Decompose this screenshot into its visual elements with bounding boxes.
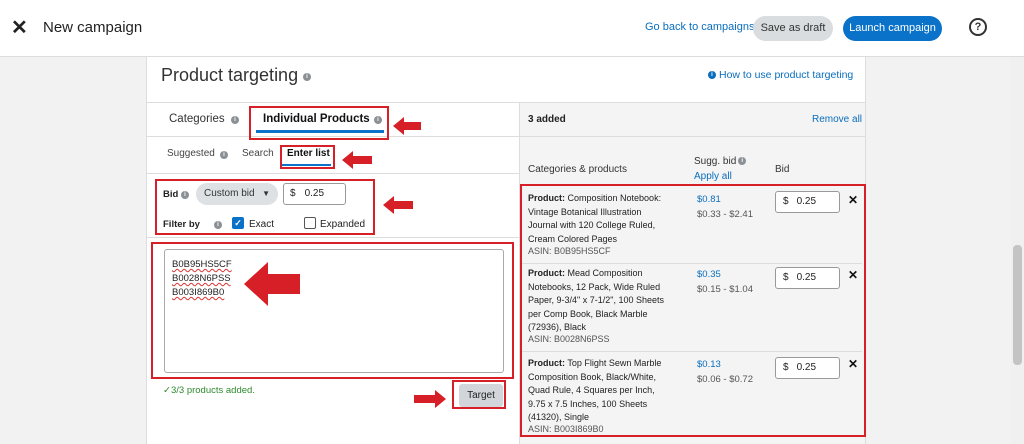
annotation-box	[155, 179, 375, 235]
launch-campaign-button[interactable]: Launch campaign	[843, 16, 942, 41]
how-to-link-label: How to use product targeting	[719, 69, 854, 81]
card-title: Product targeting	[161, 65, 299, 85]
subtab-suggested[interactable]: Suggested	[167, 148, 215, 159]
subtab-search[interactable]: Search	[242, 148, 274, 159]
sugg-bid-label: Sugg. bid	[694, 156, 737, 167]
added-count: 3 added	[528, 114, 566, 125]
annotation-arrow-icon	[342, 151, 372, 169]
check-icon: ✓	[163, 385, 171, 396]
annotation-box	[520, 184, 866, 437]
annotation-box	[452, 380, 506, 409]
divider	[147, 237, 519, 238]
save-as-draft-button[interactable]: Save as draft	[753, 16, 833, 41]
annotation-arrow-icon	[383, 196, 413, 214]
column-header-sugg-bid: Sugg. bid i	[694, 156, 747, 167]
help-icon[interactable]: ?	[969, 18, 987, 36]
top-bar: ✕ New campaign Go back to campaigns Save…	[0, 0, 1024, 57]
annotation-box	[280, 145, 335, 169]
divider	[519, 136, 865, 137]
info-icon[interactable]: i	[231, 116, 239, 124]
annotation-arrow-icon	[414, 390, 446, 408]
annotation-box	[249, 106, 389, 140]
annotation-box	[151, 242, 514, 379]
info-icon: i	[708, 71, 716, 80]
info-icon[interactable]: i	[220, 151, 228, 159]
apply-all-link[interactable]: Apply all	[694, 171, 732, 182]
column-header-bid: Bid	[775, 164, 790, 175]
tab-categories[interactable]: Categories	[169, 113, 225, 125]
products-added-text: 3/3 products added.	[170, 385, 255, 396]
annotation-arrow-icon	[244, 262, 300, 306]
scrollbar-thumb[interactable]	[1013, 245, 1022, 365]
page-title: New campaign	[43, 19, 143, 36]
back-to-campaigns-link[interactable]: Go back to campaigns	[645, 21, 754, 33]
products-added-message: ✓3/3 products added.	[163, 385, 255, 396]
remove-all-link[interactable]: Remove all	[812, 114, 862, 125]
divider	[147, 173, 519, 174]
column-header-products: Categories & products	[528, 164, 627, 175]
info-icon[interactable]: i	[738, 157, 747, 166]
info-icon[interactable]: i	[303, 73, 311, 81]
annotation-arrow-icon	[393, 117, 421, 135]
how-to-link[interactable]: i How to use product targeting	[708, 69, 853, 81]
close-icon[interactable]: ✕	[11, 17, 29, 39]
